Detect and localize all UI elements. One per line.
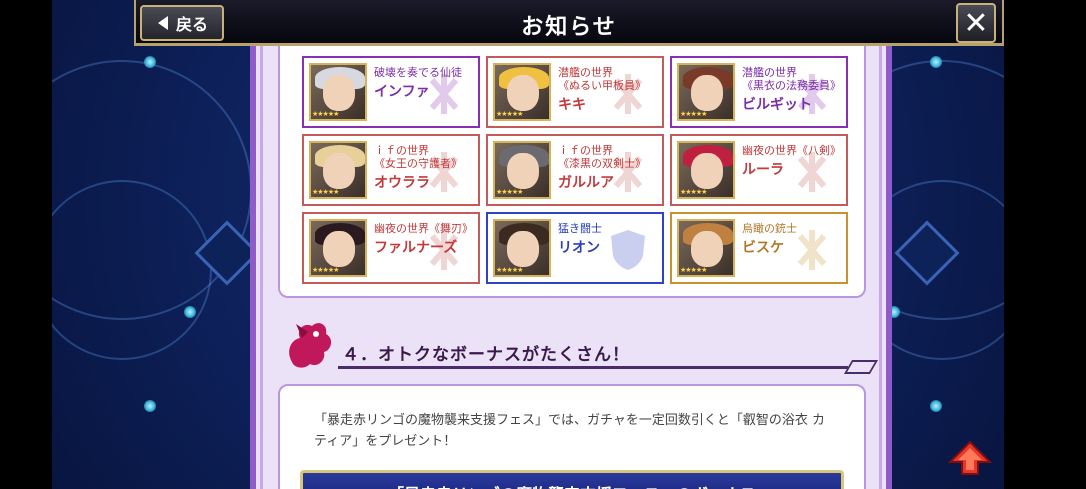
divider-ornament (843, 360, 879, 374)
unit-list: ★★★★★ 破壊を奏でる仙徒 インファ ★★★★★ 潜艦の世界 《ぬるい甲板員》 キキ ★★… (278, 46, 866, 298)
unit-portrait: ★★★★★ (493, 63, 551, 121)
unit-name: ルーラ (742, 162, 784, 178)
unit-name: ガルルア (558, 175, 614, 191)
unit-subtitle: 幽夜の世界《八剣》 (742, 144, 841, 157)
unit-info: 猛き闘士 リオン (558, 222, 658, 257)
rarity-stars: ★★★★★ (496, 266, 523, 274)
dragon-icon (289, 323, 332, 368)
unit-subtitle: 猛き闘士 (558, 222, 602, 235)
rarity-stars: ★★★★★ (312, 188, 339, 196)
unit-info: 幽夜の世界《八剣》 ルーラ (742, 144, 842, 179)
unit-portrait: ★★★★★ (677, 219, 735, 277)
unit-portrait: ★★★★★ (677, 141, 735, 199)
unit-info: 破壊を奏でる仙徒 インファ (374, 66, 474, 101)
unit-name: オウララ (374, 175, 430, 191)
unit-name: リオン (558, 240, 600, 256)
unit-subtitle: 烏瞰の銃士 (742, 222, 797, 235)
announcement-panel[interactable]: ★★★★★ 破壊を奏でる仙徒 インファ ★★★★★ 潜艦の世界 《ぬるい甲板員》 キキ ★★… (250, 46, 892, 489)
rarity-stars: ★★★★★ (312, 110, 339, 118)
unit-subtitle: ｉｆの世界 《漆黒の双剣士》 (558, 144, 646, 170)
unit-info: ｉｆの世界 《漆黒の双剣士》ガルルア (558, 144, 658, 192)
unit-card[interactable]: ★★★★★ 烏瞰の銃士ビスケ (670, 212, 848, 284)
unit-portrait: ★★★★★ (493, 141, 551, 199)
unit-info: 烏瞰の銃士 ビスケ (742, 222, 842, 257)
section-header: ４．オトクなボーナスがたくさん！ (282, 316, 882, 376)
close-icon: ✕ (963, 5, 989, 41)
arrow-up-icon[interactable] (948, 440, 992, 476)
rarity-stars: ★★★★★ (312, 266, 339, 274)
unit-portrait: ★★★★★ (493, 219, 551, 277)
unit-info: ｉｆの世界 《女王の守護者》オウララ (374, 144, 474, 192)
unit-subtitle: 潜艦の世界 《ぬるい甲板員》 (558, 66, 646, 92)
unit-subtitle: 破壊を奏でる仙徒 (374, 66, 462, 79)
bonus-description: 「暴走赤リンゴの魔物襲来支援フェス」では、ガチャを一定回数引くと「叡智の浴衣 カ… (314, 413, 826, 449)
rarity-stars: ★★★★★ (680, 188, 707, 196)
unit-card[interactable]: ★★★★★ 潜艦の世界 《黒衣の法務委員》ビルギット (670, 56, 848, 128)
unit-card[interactable]: ★★★★★ 幽夜の世界《舞刃》 ファルナーズ (302, 212, 480, 284)
unit-card[interactable]: ★★★★★ 破壊を奏でる仙徒 インファ (302, 56, 480, 128)
rarity-stars: ★★★★★ (496, 110, 523, 118)
unit-info: 潜艦の世界 《黒衣の法務委員》ビルギット (742, 66, 842, 114)
unit-portrait: ★★★★★ (309, 141, 367, 199)
unit-subtitle: 幽夜の世界《舞刃》 (374, 222, 473, 235)
unit-info: 幽夜の世界《舞刃》 ファルナーズ (374, 222, 474, 257)
unit-name: インファ (374, 84, 430, 100)
unit-card[interactable]: ★★★★★ 幽夜の世界《八剣》 ルーラ (670, 134, 848, 206)
unit-info: 潜艦の世界 《ぬるい甲板員》キキ (558, 66, 658, 114)
unit-subtitle: ｉｆの世界 《女王の守護者》 (374, 144, 462, 170)
unit-card[interactable]: ★★★★★ ｉｆの世界 《女王の守護者》オウララ (302, 134, 480, 206)
unit-portrait: ★★★★★ (677, 63, 735, 121)
top-bar: 戻る お知らせ ✕ (134, 0, 1004, 46)
unit-name: ビルギット (742, 97, 812, 113)
page-title: お知らせ (521, 15, 617, 40)
unit-card[interactable]: ★★★★★ 潜艦の世界 《ぬるい甲板員》キキ (486, 56, 664, 128)
unit-name: ファルナーズ (374, 240, 458, 256)
section-title: ４．オトクなボーナスがたくさん！ (342, 345, 630, 365)
unit-name: キキ (558, 97, 586, 113)
rarity-stars: ★★★★★ (496, 188, 523, 196)
unit-name: ビスケ (742, 240, 784, 256)
bonus-banner: 「暴走赤リンゴの魔物襲来支援フェス」のボーナス (300, 470, 844, 489)
close-button[interactable]: ✕ (956, 3, 996, 43)
unit-card[interactable]: ★★★★★ ｉｆの世界 《漆黒の双剣士》ガルルア (486, 134, 664, 206)
section-divider (338, 366, 848, 369)
rarity-stars: ★★★★★ (680, 110, 707, 118)
unit-portrait: ★★★★★ (309, 219, 367, 277)
unit-portrait: ★★★★★ (309, 63, 367, 121)
unit-card[interactable]: ★★★★★ 猛き闘士リオン (486, 212, 664, 284)
bonus-box: 「暴走赤リンゴの魔物襲来支援フェス」では、ガチャを一定回数引くと「叡智の浴衣 カ… (278, 384, 866, 489)
unit-subtitle: 潜艦の世界 《黒衣の法務委員》 (742, 66, 841, 92)
rarity-stars: ★★★★★ (680, 266, 707, 274)
